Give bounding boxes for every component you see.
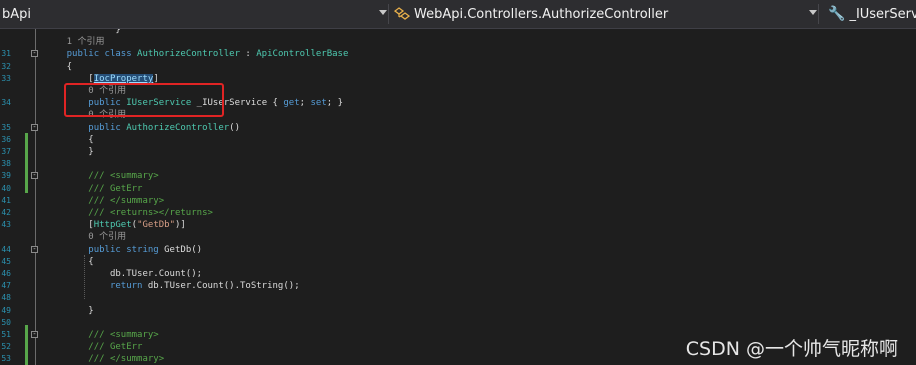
code-line[interactable]: 38 xyxy=(0,158,916,170)
code-token: } xyxy=(7,147,94,157)
code-token: public string xyxy=(7,244,165,255)
code-token: [ xyxy=(7,220,94,231)
project-name: bApi xyxy=(2,6,32,22)
wrench-icon: 🔧 xyxy=(828,6,846,22)
code-text: 0 个引用 xyxy=(7,231,126,243)
code-token: /// <summary> xyxy=(7,171,159,182)
code-token: ; xyxy=(299,98,311,109)
code-token: db.TUser.Count(); xyxy=(7,269,203,279)
navigation-bar: bApi WebApi.Controllers.AuthorizeControl… xyxy=(0,0,916,29)
chevron-down-icon[interactable] xyxy=(379,10,387,15)
code-token: { xyxy=(7,256,94,267)
code-text: /// <summary> xyxy=(7,329,159,341)
code-text: } xyxy=(7,146,94,158)
code-text: db.TUser.Count(); xyxy=(7,268,202,280)
chevron-down-icon[interactable] xyxy=(809,10,817,15)
code-line[interactable]: 35- public AuthorizeController() xyxy=(0,122,916,134)
code-token: : xyxy=(240,49,257,60)
code-line[interactable]: 39- /// <summary> xyxy=(0,170,916,182)
code-line[interactable]: 43 [HttpGet("GetDb")] xyxy=(0,219,916,231)
code-token: { xyxy=(7,134,94,145)
code-text: { xyxy=(7,256,94,268)
code-token: ; } xyxy=(326,98,344,109)
code-token: ApiControllerBase xyxy=(256,49,349,60)
code-token: /// GetErr xyxy=(7,183,143,194)
project-dropdown[interactable]: bApi xyxy=(0,0,390,28)
member-dropdown[interactable]: 🔧 _IUserServic xyxy=(818,0,916,28)
code-text: } xyxy=(7,305,94,317)
code-line[interactable]: 42 /// <returns></returns> xyxy=(0,207,916,219)
line-number: 48 xyxy=(1,293,11,303)
code-text: /// GetErr xyxy=(7,341,142,353)
code-token: AuthorizeController xyxy=(126,122,230,133)
code-text: public AuthorizeController() xyxy=(7,122,240,134)
code-token: get xyxy=(283,98,300,109)
code-text: } xyxy=(7,29,121,36)
code-token: db.TUser.Count().ToString(); xyxy=(147,281,300,292)
line-number: 50 xyxy=(1,317,11,327)
watermark: CSDN @一个帅气昵称啊 xyxy=(685,338,898,360)
code-text: public string GetDb() xyxy=(7,244,202,256)
code-line[interactable]: 45 { xyxy=(0,256,916,268)
code-line[interactable]: 31- public class AuthorizeController : A… xyxy=(0,48,916,60)
code-line[interactable]: 44- public string GetDb() xyxy=(0,244,916,256)
code-token: )] xyxy=(175,220,186,231)
code-token: public xyxy=(7,122,127,133)
code-text: return db.TUser.Count().ToString(); xyxy=(7,280,300,292)
code-token: /// <returns></returns> xyxy=(7,208,213,218)
code-token: AuthorizeController xyxy=(137,49,240,60)
code-text: { xyxy=(7,61,72,73)
code-text: { xyxy=(7,134,94,146)
class-dropdown[interactable]: WebApi.Controllers.AuthorizeController xyxy=(388,0,818,28)
code-text: /// <returns></returns> xyxy=(7,207,213,219)
code-editor[interactable]: } 1 个引用 31- public class AuthorizeControl… xyxy=(0,29,916,365)
code-text: 1 个引用 xyxy=(7,36,105,48)
class-icon xyxy=(394,7,410,20)
code-token: /// <summary> xyxy=(7,330,159,340)
code-text: /// </summary> xyxy=(7,353,164,365)
code-line[interactable]: 50 xyxy=(0,317,916,329)
code-token: "GetDb" xyxy=(137,220,175,231)
class-path: WebApi.Controllers.AuthorizeController xyxy=(414,6,669,22)
code-line[interactable]: 40 /// GetErr xyxy=(0,183,916,195)
code-line[interactable]: 1 个引用 xyxy=(0,36,916,48)
code-token: return xyxy=(7,281,148,292)
code-line[interactable]: 37 } xyxy=(0,146,916,158)
code-line[interactable]: 41 /// </summary> xyxy=(0,195,916,207)
code-token: set xyxy=(310,98,327,109)
member-name: _IUserServic xyxy=(849,6,916,22)
code-text: /// GetErr xyxy=(7,183,142,195)
code-token: HttpGet xyxy=(93,220,132,231)
highlight-box xyxy=(64,83,224,117)
code-line[interactable]: 36 { xyxy=(0,134,916,146)
code-token: { xyxy=(7,61,73,72)
code-text: /// <summary> xyxy=(7,170,159,182)
code-text: public class AuthorizeController : ApiCo… xyxy=(7,48,349,60)
line-number: 38 xyxy=(1,159,11,169)
code-line[interactable]: 49 } xyxy=(0,305,916,317)
code-text: [HttpGet("GetDb")] xyxy=(7,219,186,231)
code-line[interactable]: 46 db.TUser.Count(); xyxy=(0,268,916,280)
code-token: } xyxy=(7,305,94,316)
code-line[interactable]: 48 xyxy=(0,292,916,304)
code-token: /// </summary> xyxy=(7,354,165,365)
reference-count[interactable]: 1 个引用 xyxy=(7,37,105,47)
code-token: } xyxy=(7,29,121,35)
code-token: GetDb() xyxy=(164,244,203,255)
reference-count[interactable]: 0 个引用 xyxy=(7,232,126,242)
code-token: () xyxy=(229,122,241,133)
code-text: /// </summary> xyxy=(7,195,164,207)
code-line[interactable]: 47 return db.TUser.Count().ToString(); xyxy=(0,280,916,292)
code-token: public class xyxy=(7,49,138,60)
code-token: /// </summary> xyxy=(7,195,165,206)
code-token: /// GetErr xyxy=(7,342,143,353)
code-line[interactable]: } xyxy=(0,29,916,36)
code-line[interactable]: 32 { xyxy=(0,61,916,73)
code-line[interactable]: 0 个引用 xyxy=(0,231,916,243)
